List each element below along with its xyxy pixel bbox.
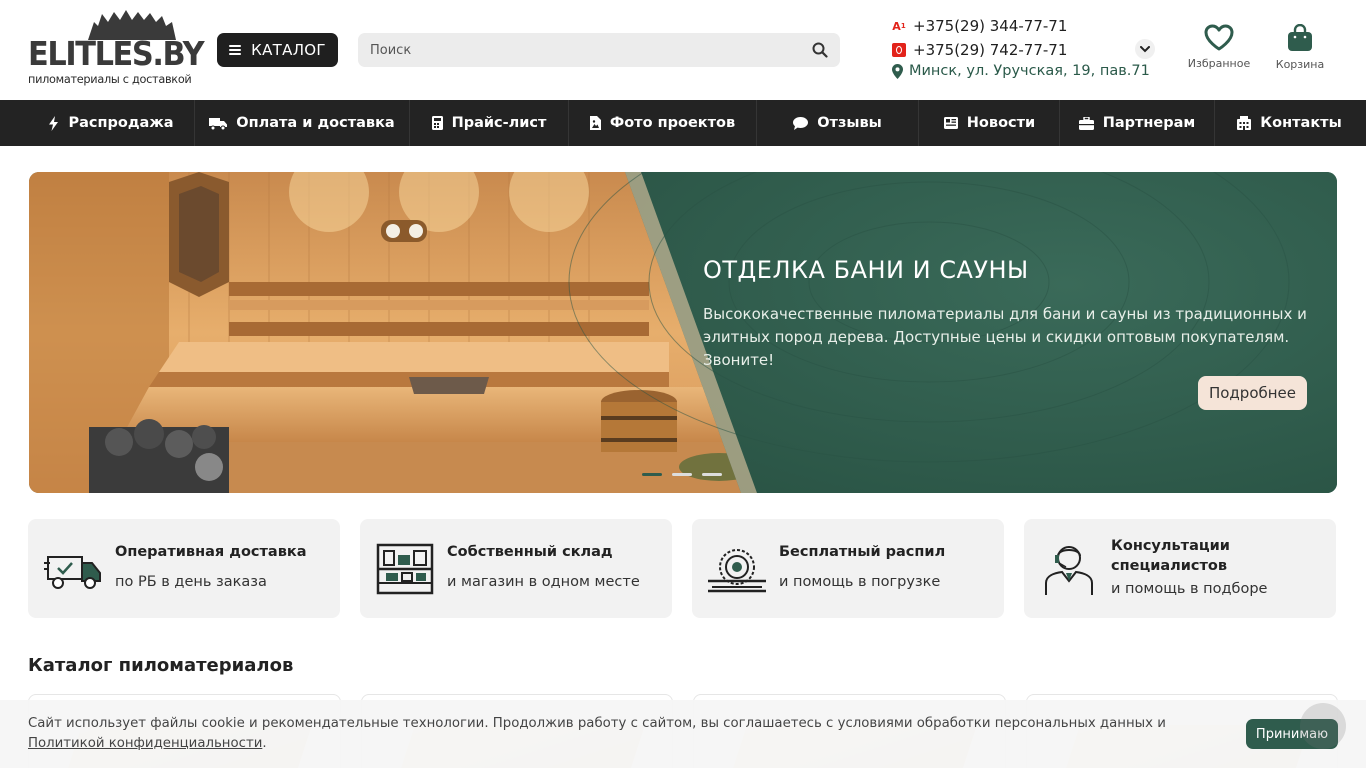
hero-banner[interactable]: ОТДЕЛКА БАНИ И САУНЫ Высококачественные … — [29, 172, 1337, 493]
nav-item-partners[interactable]: Партнерам — [1060, 100, 1215, 146]
delivery-truck-icon — [44, 556, 101, 589]
briefcase-icon — [1078, 116, 1094, 130]
mts-icon — [892, 43, 906, 57]
file-image-icon — [589, 116, 601, 130]
nav-item-label: Отзывы — [817, 115, 882, 131]
warehouse-shelf-icon — [376, 543, 434, 595]
cart-button[interactable]: Корзина — [1264, 24, 1336, 76]
map-marker-icon — [892, 63, 903, 79]
cookie-text: Сайт использует файлы cookie и рекоменда… — [28, 714, 1218, 754]
feature-title: Собственный склад — [447, 544, 613, 560]
cookie-banner: Сайт использует файлы cookie и рекоменда… — [0, 700, 1366, 768]
phone-mts[interactable]: +375(29) 742-77-71 — [892, 41, 1067, 59]
catalog-section-title: Каталог пиломатериалов — [28, 655, 294, 676]
feature-title: Бесплатный распил — [779, 544, 946, 560]
catalog-button-label: КАТАЛОГ — [251, 41, 326, 59]
nav-item-label: Контакты — [1260, 115, 1342, 131]
catalog-button[interactable]: КАТАЛОГ — [217, 33, 338, 67]
feature-subtitle: и помощь в подборе — [1111, 581, 1268, 597]
menu-icon — [229, 45, 242, 55]
chevron-down-icon — [1140, 45, 1150, 52]
cart-label: Корзина — [1275, 58, 1325, 71]
calculator-icon — [431, 116, 443, 130]
shopping-bag-icon — [1288, 24, 1312, 51]
building-icon — [1237, 116, 1252, 130]
feature-subtitle: по РБ в день заказа — [115, 574, 267, 590]
banner-title: ОТДЕЛКА БАНИ И САУНЫ — [703, 256, 1029, 284]
feature-card: Консультации специалистов и помощь в под… — [1024, 519, 1336, 618]
logo-subtitle: пиломатериалы с доставкой — [28, 73, 192, 86]
nav-item-label: Оплата и доставка — [236, 115, 395, 131]
heart-icon — [1204, 24, 1234, 51]
nav-item-label: Новости — [966, 115, 1036, 131]
logo[interactable]: ELITLES.BY пиломатериалы с доставкой — [28, 10, 205, 90]
feature-card: Оперативная доставка по РБ в день заказа — [28, 519, 340, 618]
phone-number: +375(29) 344-77-71 — [913, 17, 1068, 35]
bolt-icon — [49, 115, 59, 131]
logo-text: ELITLES.BY — [28, 34, 205, 73]
feature-card: Бесплатный распил и помощь в погрузке — [692, 519, 1004, 618]
a1-icon: A1 — [892, 19, 906, 33]
circular-saw-icon — [708, 549, 766, 593]
favorites-label: Избранное — [1187, 57, 1251, 70]
banner-text: Высококачественные пиломатериалы для бан… — [703, 305, 1307, 369]
nav-item-news[interactable]: Новости — [919, 100, 1060, 146]
address-text: Минск, ул. Уручская, 19, пав.71 — [909, 63, 1150, 79]
slider-dot[interactable] — [672, 473, 692, 476]
consultant-headset-icon — [1045, 546, 1093, 595]
feature-subtitle: и магазин в одном месте — [447, 574, 640, 590]
favorites-button[interactable]: Избранное — [1183, 24, 1255, 76]
search-icon[interactable] — [812, 42, 828, 58]
feature-title: Консультации специалистов — [1111, 538, 1230, 574]
newspaper-icon — [943, 117, 958, 129]
nav-item-sale[interactable]: Распродажа — [28, 100, 195, 146]
cookie-tail: . — [262, 736, 267, 751]
slider-dot[interactable] — [642, 473, 662, 476]
nav-item-projects[interactable]: Фото проектов — [569, 100, 757, 146]
truck-icon — [209, 117, 228, 130]
cookie-message: Сайт использует файлы cookie и рекоменда… — [28, 716, 1166, 731]
nav-item-label: Прайс-лист — [451, 115, 547, 131]
search-input[interactable] — [358, 33, 798, 67]
main-nav: Распродажа Оплата и доставка Прайс-лист … — [0, 100, 1366, 146]
feature-subtitle: и помощь в погрузке — [779, 574, 941, 590]
phones-dropdown-toggle[interactable] — [1135, 39, 1155, 59]
scroll-top-button[interactable] — [1300, 703, 1346, 749]
feature-card: Собственный склад и магазин в одном мест… — [360, 519, 672, 618]
nav-item-delivery[interactable]: Оплата и доставка — [195, 100, 410, 146]
slider-dot[interactable] — [702, 473, 722, 476]
feature-title: Оперативная доставка — [115, 544, 307, 560]
nav-item-label: Распродажа — [68, 115, 174, 131]
slider-dots — [642, 473, 722, 476]
comment-icon — [793, 116, 809, 130]
nav-item-reviews[interactable]: Отзывы — [757, 100, 919, 146]
nav-item-label: Партнерам — [1102, 115, 1196, 131]
search-box — [358, 33, 840, 67]
features-row: Оперативная доставка по РБ в день заказа… — [28, 519, 1338, 618]
banner-more-button[interactable]: Подробнее — [1198, 376, 1307, 410]
contact-block: A1 +375(29) 344-77-71 +375(29) 742-77-71… — [892, 17, 1155, 87]
privacy-policy-link[interactable]: Политикой конфиденциальности — [28, 736, 262, 751]
phone-a1[interactable]: A1 +375(29) 344-77-71 — [892, 17, 1067, 35]
address-link[interactable]: Минск, ул. Уручская, 19, пав.71 — [892, 63, 1150, 79]
phone-number: +375(29) 742-77-71 — [913, 41, 1068, 59]
nav-item-contacts[interactable]: Контакты — [1215, 100, 1364, 146]
nav-item-label: Фото проектов — [609, 115, 736, 131]
nav-item-pricelist[interactable]: Прайс-лист — [410, 100, 569, 146]
site-header: ELITLES.BY пиломатериалы с доставкой КАТ… — [0, 0, 1366, 100]
